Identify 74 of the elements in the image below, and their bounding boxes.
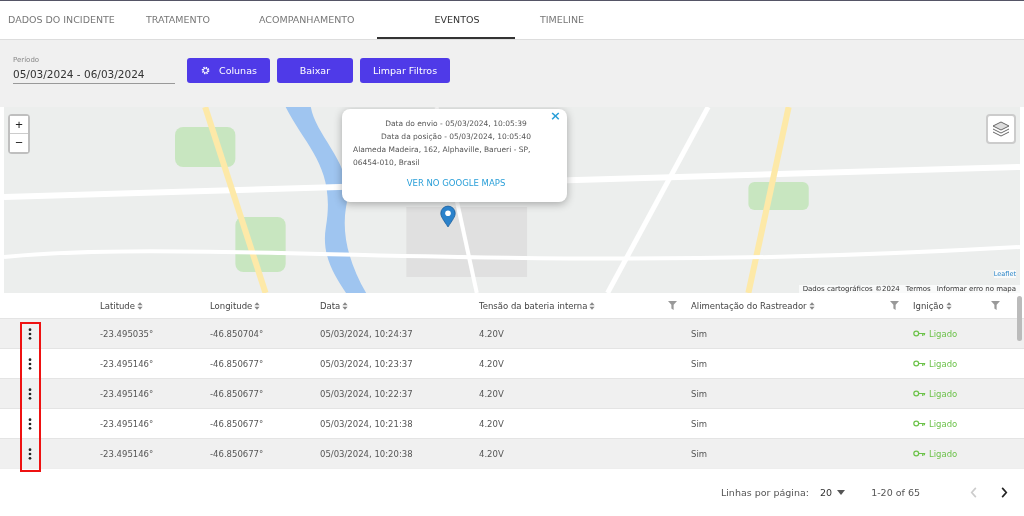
sort-icon [589,301,596,310]
sort-icon [254,301,261,310]
tab[interactable]: TIMELINE [515,1,628,39]
filter-icon[interactable] [890,301,899,310]
toolbar-button[interactable]: Baixar [276,57,353,83]
table-cell: Ligado [929,358,958,369]
table-cell: Ligado [929,448,958,459]
table-cell: 4.20V [479,358,504,369]
table-cell: Sim [691,358,708,369]
table-cell: Ligado [929,418,958,429]
table-cell: -23.495146° [100,448,154,459]
more-options-icon[interactable] [28,417,32,430]
gear-icon [200,64,211,76]
key-icon [913,390,926,397]
table-cell: Sim [691,448,708,459]
zoom-in-button[interactable]: + [10,116,28,134]
column-header[interactable]: Longitude [210,300,261,311]
table-cell: -46.850677° [210,418,264,429]
table-cell: 4.20V [479,448,504,459]
toolbar-button[interactable]: Limpar Filtros [359,57,451,83]
rows-per-page-select[interactable]: 20 [820,486,846,498]
table-cell: Sim [691,388,708,399]
table-cell: -23.495146° [100,418,154,429]
toolbar-button[interactable]: Colunas [187,57,270,83]
layers-icon [991,119,1011,139]
table-cell: -46.850677° [210,388,264,399]
column-header[interactable]: Ignição [913,300,952,311]
period-value: 05/03/2024 - 06/03/2024 [13,68,146,80]
table-cell: -46.850677° [210,358,264,369]
table-cell: 05/03/2024, 10:23:37 [320,358,413,369]
tab[interactable]: DADOS DO INCIDENTE [0,1,126,39]
table-cell: -23.495035° [100,328,154,339]
sort-icon [945,301,952,310]
table-cell: 4.20V [479,388,504,399]
tab[interactable]: TRATAMENTO [126,1,246,39]
table-cell: Ligado [929,388,958,399]
sort-icon [342,301,349,310]
column-header[interactable]: Alimentação do Rastreador [691,300,815,311]
key-icon [913,360,926,367]
filter-icon[interactable] [668,301,677,310]
table-cell: -46.850704° [210,328,264,339]
column-header[interactable]: Data [320,300,349,311]
column-header[interactable]: Latitude [100,300,143,311]
sort-icon [808,301,815,310]
layers-button[interactable] [986,114,1016,144]
key-icon [913,330,926,337]
tab[interactable]: ACOMPANHAMENTO [246,1,377,39]
table-cell: -46.850677° [210,448,264,459]
more-options-icon[interactable] [28,387,32,400]
table-cell: 4.20V [479,328,504,339]
next-page-icon[interactable] [1000,486,1008,498]
table-cell: 05/03/2024, 10:20:38 [320,448,413,459]
scrollbar[interactable] [1017,296,1022,341]
more-options-icon[interactable] [28,327,32,340]
table-cell: 05/03/2024, 10:21:38 [320,418,413,429]
table-cell: 4.20V [479,418,504,429]
table-cell: 05/03/2024, 10:22:37 [320,388,413,399]
rows-per-page-label: Linhas por página: [720,486,810,498]
key-icon [913,450,926,457]
more-options-icon[interactable] [28,447,32,460]
table-cell: Sim [691,418,708,429]
key-icon [913,420,926,427]
caret-icon [837,489,846,495]
page-range: 1-20 of 65 [871,486,920,498]
column-header[interactable]: Tensão da bateria interna [479,300,596,311]
table-cell: Sim [691,328,708,339]
table-cell: Ligado [929,328,958,339]
table-cell: 05/03/2024, 10:24:37 [320,328,413,339]
more-options-icon[interactable] [28,357,32,370]
sort-icon [137,301,143,310]
filter-icon[interactable] [991,301,1000,310]
table-cell: -23.495146° [100,358,154,369]
table-cell: -23.495146° [100,388,154,399]
marker-icon[interactable] [440,205,456,228]
